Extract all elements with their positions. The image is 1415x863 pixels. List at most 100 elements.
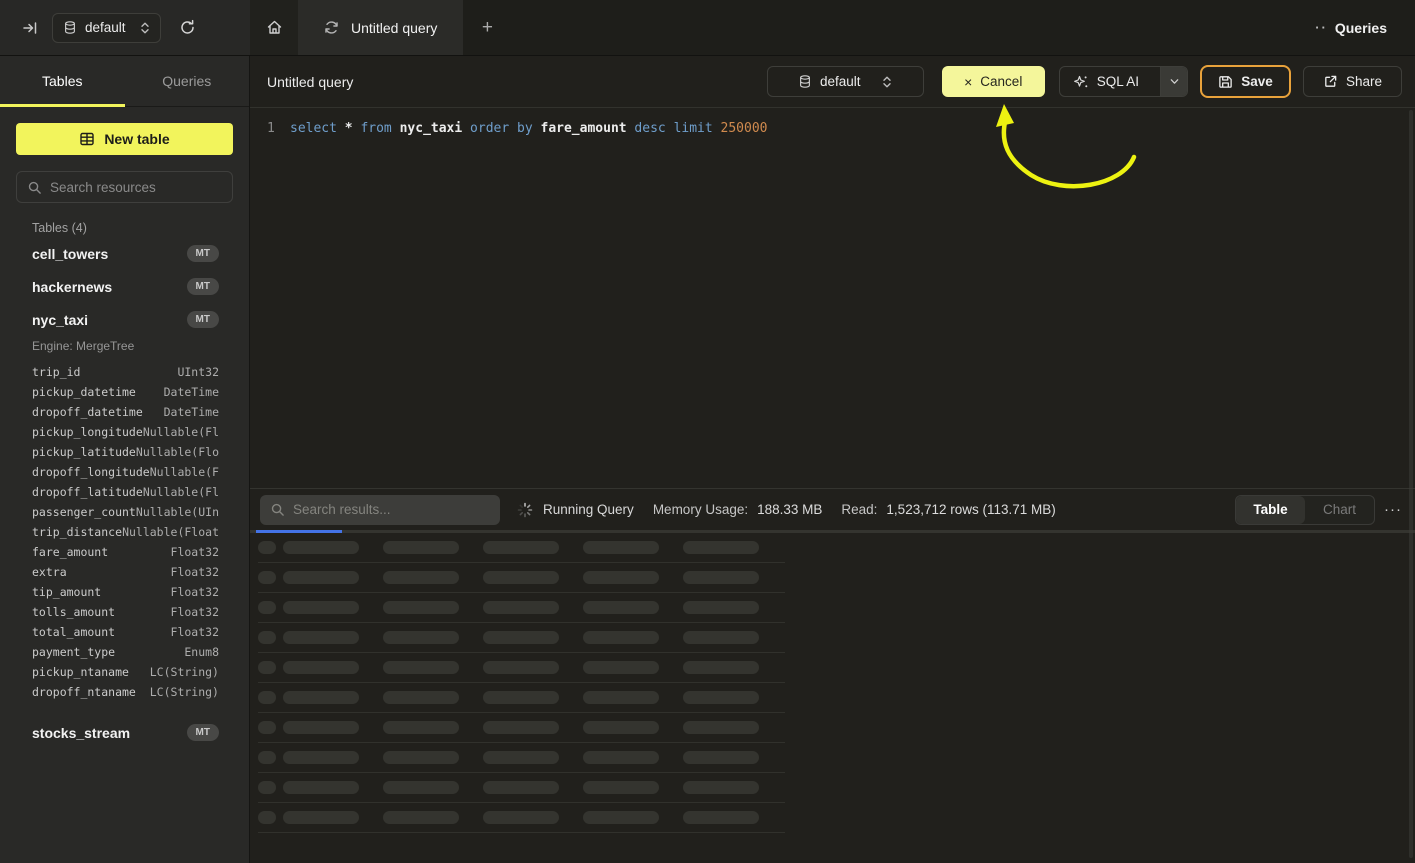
query-status: Running Query <box>543 502 634 517</box>
skeleton-cell <box>283 781 359 794</box>
skeleton-cell <box>683 691 759 704</box>
database-selector[interactable]: default <box>52 13 161 43</box>
tables-list: cell_towersMThackernewsMT nyc_taxi MT Engin… <box>0 237 249 749</box>
collapse-sidebar-icon <box>22 20 38 36</box>
vertical-scrollbar[interactable] <box>1409 110 1413 858</box>
skeleton-cell <box>683 571 759 584</box>
sql-token: 250000 <box>721 121 768 136</box>
skeleton-cell <box>483 751 559 764</box>
skeleton-cell <box>283 661 359 674</box>
skeleton-cell <box>683 601 759 614</box>
sidebar-tab-queries[interactable]: Queries <box>125 56 250 106</box>
resource-search-input[interactable] <box>50 180 222 195</box>
column-name: dropoff_ntaname <box>32 685 136 699</box>
sql-ai-dropdown[interactable] <box>1160 67 1187 96</box>
sql-token: limit <box>674 121 721 136</box>
skeleton-cell <box>383 781 459 794</box>
sql-token: by <box>517 121 540 136</box>
new-tab-button[interactable]: + <box>463 0 511 55</box>
sidebar-tabs: Tables Queries <box>0 56 249 107</box>
topbar-right: ·· Queries <box>1315 0 1415 55</box>
skeleton-cell <box>258 661 276 674</box>
skeleton-cell <box>383 721 459 734</box>
column-type: Nullable(Fl <box>143 425 219 439</box>
skeleton-row <box>258 623 785 653</box>
skeleton-cell <box>383 661 459 674</box>
refresh-button[interactable] <box>179 19 196 36</box>
skeleton-cell <box>683 541 759 554</box>
chevron-updown-icon <box>140 21 150 35</box>
view-toggle-chart[interactable]: Chart <box>1305 496 1374 524</box>
skeleton-cell <box>383 631 459 644</box>
sql-ai-button[interactable]: SQL AI <box>1059 66 1188 97</box>
results-search <box>260 495 500 525</box>
loading-spinner-icon <box>517 502 533 518</box>
column-row: tip_amountFloat32 <box>32 582 219 602</box>
table-name: stocks_stream <box>32 725 130 741</box>
query-database-selector[interactable]: default <box>767 66 924 97</box>
query-header-actions: default × Cancel SQL AI <box>767 65 1402 98</box>
query-header: Untitled query default × Cancel <box>250 56 1415 108</box>
sidebar-tab-tables[interactable]: Tables <box>0 56 125 106</box>
query-progress-bar <box>250 530 1415 533</box>
more-options-button[interactable]: ··· <box>1384 501 1402 518</box>
database-icon <box>63 20 77 35</box>
new-table-label: New table <box>104 131 169 147</box>
column-name: tip_amount <box>32 585 101 599</box>
skeleton-cell <box>258 751 276 764</box>
table-row[interactable]: stocks_stream MT <box>32 716 219 749</box>
read-value: 1,523,712 rows (113.71 MB) <box>886 502 1055 517</box>
sql-editor[interactable]: 1 select * from nyc_taxi order by fare_a… <box>250 108 1415 139</box>
results-toolbar: Running Query Memory Usage: 188.33 MB Re… <box>250 488 1415 530</box>
tables-section-label: Tables (4) <box>32 221 219 235</box>
topbar-left: default <box>0 0 250 55</box>
skeleton-cell <box>583 661 659 674</box>
table-row[interactable]: hackernewsMT <box>32 270 219 303</box>
skeleton-row <box>258 653 785 683</box>
share-button[interactable]: Share <box>1303 66 1402 97</box>
column-name: tolls_amount <box>32 605 115 619</box>
query-progress-fill <box>256 530 342 533</box>
home-button[interactable] <box>250 0 298 55</box>
table-row[interactable]: nyc_taxi MT <box>32 303 219 336</box>
skeleton-cell <box>583 691 659 704</box>
tab-untitled-query[interactable]: Untitled query <box>298 0 463 55</box>
column-type: Nullable(UIn <box>136 505 219 519</box>
column-name: dropoff_longitude <box>32 465 150 479</box>
column-name: payment_type <box>32 645 115 659</box>
sql-token: from <box>360 121 399 136</box>
table-engine: Engine: MergeTree <box>32 339 219 353</box>
sql-line: select * from nyc_taxi order by fare_amo… <box>290 119 768 139</box>
cancel-button[interactable]: × Cancel <box>942 66 1045 97</box>
sql-ai-main[interactable]: SQL AI <box>1060 67 1152 96</box>
column-type: Float32 <box>171 565 219 579</box>
engine-badge: MT <box>187 724 219 741</box>
skeleton-cell <box>483 781 559 794</box>
view-toggle-table[interactable]: Table <box>1236 496 1305 524</box>
skeleton-cell <box>283 811 359 824</box>
column-row: trip_distanceNullable(Float <box>32 522 219 542</box>
column-row: dropoff_longitudeNullable(F <box>32 462 219 482</box>
results-search-input[interactable] <box>293 502 490 517</box>
skeleton-cell <box>583 631 659 644</box>
column-row: tolls_amountFloat32 <box>32 602 219 622</box>
share-label: Share <box>1346 74 1382 89</box>
queries-link-label: Queries <box>1335 20 1387 36</box>
column-list: trip_idUInt32pickup_datetimeDateTimedrop… <box>32 362 219 702</box>
table-row[interactable]: cell_towersMT <box>32 237 219 270</box>
engine-badge: MT <box>187 311 219 328</box>
queries-link[interactable]: ·· Queries <box>1315 20 1387 36</box>
sql-token: order <box>470 121 517 136</box>
table-name: nyc_taxi <box>32 312 88 328</box>
query-running-icon <box>324 20 339 35</box>
skeleton-cell <box>583 571 659 584</box>
column-name: extra <box>32 565 67 579</box>
collapse-sidebar-button[interactable] <box>22 20 38 36</box>
new-table-button[interactable]: New table <box>16 123 233 155</box>
sql-token: select <box>290 121 345 136</box>
skeleton-cell <box>683 661 759 674</box>
skeleton-cell <box>383 811 459 824</box>
save-button[interactable]: Save <box>1200 65 1291 98</box>
column-row: passenger_countNullable(UIn <box>32 502 219 522</box>
column-type: Nullable(Float <box>122 525 219 539</box>
